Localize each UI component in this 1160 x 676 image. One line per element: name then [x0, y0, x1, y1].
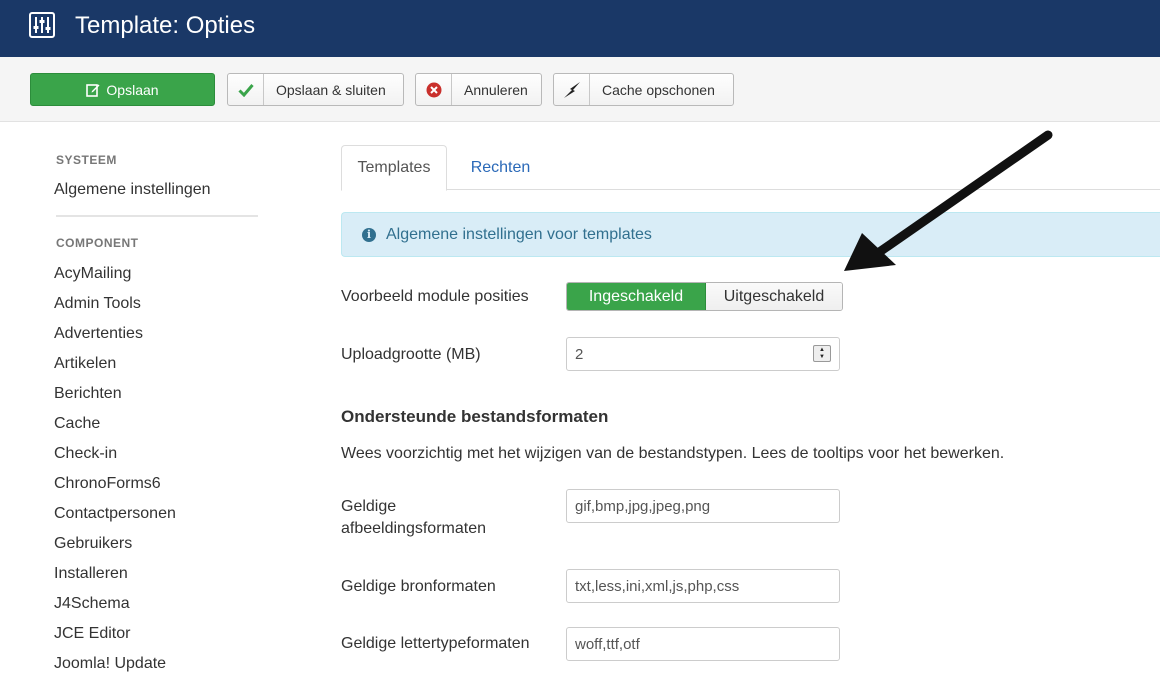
upload-size-label: Uploadgrootte (MB) — [341, 346, 481, 363]
source-formats-input[interactable] — [566, 569, 840, 603]
sidebar-item-chronoforms[interactable]: ChronoForms6 — [54, 475, 161, 493]
sidebar-item-artikelen[interactable]: Artikelen — [54, 355, 116, 373]
sidebar-item-general-settings[interactable]: Algemene instellingen — [54, 181, 211, 199]
cancel-label: Annuleren — [464, 81, 528, 98]
annotation-arrow-icon — [844, 130, 1053, 271]
sidebar-item-joomla-update[interactable]: Joomla! Update — [54, 655, 166, 673]
source-formats-label: Geldige bronformaten — [341, 578, 496, 595]
cancel-circle-icon — [416, 74, 452, 105]
sidebar-item-admin-tools[interactable]: Admin Tools — [54, 295, 141, 313]
preview-positions-toggle: Ingeschakeld Uitgeschakeld — [566, 282, 843, 311]
toolbar: Opslaan Opslaan & sluiten Annuleren Cach… — [0, 57, 1160, 122]
clear-cache-button[interactable]: Cache opschonen — [553, 73, 734, 106]
sidebar-item-gebruikers[interactable]: Gebruikers — [54, 535, 132, 553]
sidebar-heading-system: SYSTEEM — [56, 153, 117, 167]
sidebar-item-acymailing[interactable]: AcyMailing — [54, 265, 131, 283]
sidebar-item-contactpersonen[interactable]: Contactpersonen — [54, 505, 176, 523]
sidebar-item-j4schema[interactable]: J4Schema — [54, 595, 130, 613]
font-formats-input[interactable] — [566, 627, 840, 661]
edit-icon — [86, 83, 100, 97]
tab-templates[interactable]: Templates — [341, 145, 447, 191]
lightning-icon — [554, 74, 590, 105]
save-close-button[interactable]: Opslaan & sluiten — [227, 73, 404, 106]
top-header: Template: Opties — [0, 0, 1160, 57]
sidebar-item-installeren[interactable]: Installeren — [54, 565, 128, 583]
sidebar-item-cache[interactable]: Cache — [54, 415, 100, 433]
cancel-button[interactable]: Annuleren — [415, 73, 542, 106]
image-formats-input[interactable] — [566, 489, 840, 523]
page-title: Template: Opties — [75, 12, 256, 39]
font-formats-label: Geldige lettertypeformaten — [341, 635, 530, 652]
image-formats-label-line1: Geldige — [341, 498, 397, 515]
tab-rechten[interactable]: Rechten — [447, 145, 554, 190]
preview-disabled-option[interactable]: Uitgeschakeld — [706, 283, 842, 310]
save-close-label: Opslaan & sluiten — [276, 81, 386, 98]
save-button-label: Opslaan — [106, 81, 159, 98]
sidebar-divider — [56, 215, 258, 217]
stepper-down-icon: ▼ — [819, 353, 825, 360]
info-alert-text: Algemene instellingen voor templates — [386, 225, 652, 243]
preview-positions-label: Voorbeeld module posities — [341, 288, 529, 305]
formats-description: Wees voorzichtig met het wijzigen van de… — [341, 445, 1005, 462]
image-formats-label-line2: afbeeldingsformaten — [341, 520, 486, 537]
sidebar-item-check-in[interactable]: Check-in — [54, 445, 117, 463]
clear-cache-label: Cache opschonen — [602, 81, 715, 98]
sidebar-item-berichten[interactable]: Berichten — [54, 385, 122, 403]
preview-enabled-option[interactable]: Ingeschakeld — [567, 283, 706, 310]
sliders-icon — [29, 12, 55, 38]
formats-section-title: Ondersteunde bestandsformaten — [341, 407, 609, 426]
upload-size-stepper[interactable]: ▲ ▼ — [813, 345, 831, 362]
check-icon — [228, 74, 264, 105]
sidebar-item-advertenties[interactable]: Advertenties — [54, 325, 143, 343]
stepper-up-icon: ▲ — [819, 346, 825, 353]
sidebar-item-jce-editor[interactable]: JCE Editor — [54, 625, 130, 643]
info-icon: i — [362, 227, 376, 242]
save-button[interactable]: Opslaan — [30, 73, 215, 106]
upload-size-input[interactable] — [566, 337, 840, 371]
sidebar-heading-component: COMPONENT — [56, 236, 139, 250]
